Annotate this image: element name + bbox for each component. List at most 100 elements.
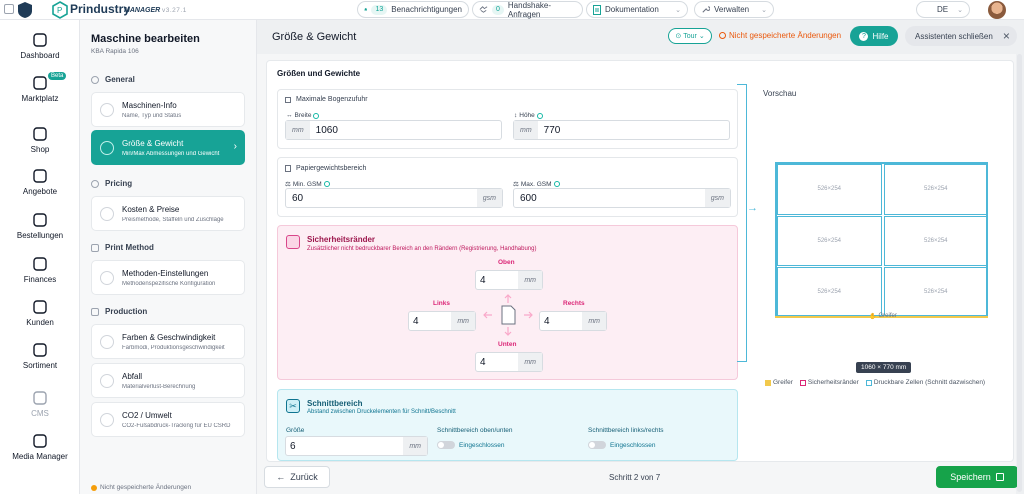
top-margin-label: Oben xyxy=(498,259,515,266)
width-input[interactable]: mm 1060 xyxy=(285,120,502,140)
safety-margins-subtitle: Zusätzlicher nicht bedruckbarer Bereich … xyxy=(307,246,537,252)
sidebar-item-method-settings[interactable]: Methoden-Einstellungen Methodenspezifisc… xyxy=(91,260,245,295)
nav-item-finances[interactable]: Finances xyxy=(0,256,80,284)
cut-left-right-toggle[interactable]: Eingeschlossen xyxy=(588,441,656,449)
height-value: 770 xyxy=(543,124,561,136)
preview-cell: 526×254 xyxy=(883,267,988,318)
notifications-label: Benachrichtigungen xyxy=(391,5,462,14)
nav-item-shop[interactable]: Shop xyxy=(0,126,80,154)
nav-item-media-manager[interactable]: Media Manager xyxy=(0,433,80,461)
preview-cell: 526×254 xyxy=(883,164,988,215)
tour-button[interactable]: ⊙ Tour ⌄ xyxy=(668,28,712,44)
chevron-down-icon: ⌄ xyxy=(957,6,963,14)
nav-item-cms[interactable]: CMS xyxy=(0,390,80,418)
document-icon xyxy=(593,4,601,15)
chevron-down-icon: ⌄ xyxy=(761,6,767,14)
right-margin-input[interactable]: 4 mm xyxy=(539,311,607,331)
item-title: CO2 / Umwelt xyxy=(122,411,172,420)
sidebar-item-costs-prices[interactable]: Kosten & Preise Preismethode, Staffeln u… xyxy=(91,196,245,231)
bottom-margin-input[interactable]: 4 mm xyxy=(475,352,543,372)
top-bar: P Prindustry MANAGER v3.27.1 13 Benachri… xyxy=(0,0,1024,20)
shield-icon xyxy=(286,235,300,249)
sidebar-item-co2[interactable]: CO2 / Umwelt CO2-Fußabdruck-Tracking für… xyxy=(91,402,245,437)
height-label: ↕ Höhe xyxy=(514,112,543,119)
preview-cell: 526×254 xyxy=(777,267,882,318)
palette-icon xyxy=(100,335,114,349)
unsaved-indicator: Nicht gespeicherte Änderungen xyxy=(719,31,841,40)
info-icon xyxy=(323,181,330,187)
section-general: General xyxy=(91,75,135,84)
back-button[interactable]: ← Zurück xyxy=(264,466,330,488)
window-icon[interactable] xyxy=(4,4,14,14)
nav-item-bestellungen[interactable]: Bestellungen xyxy=(0,212,80,240)
top-margin-value: 4 xyxy=(480,274,486,286)
nav-item-dashboard[interactable]: Dashboard xyxy=(0,32,80,60)
item-title: Kosten & Preise xyxy=(122,205,180,214)
save-button[interactable]: Speichern xyxy=(936,466,1018,488)
cut-top-bottom-toggle[interactable]: Eingeschlossen xyxy=(437,441,505,449)
safety-margins-title: Sicherheitsränder xyxy=(307,235,376,244)
cut-size-input[interactable]: 6 mm xyxy=(285,436,428,456)
height-unit: mm xyxy=(514,121,538,139)
avatar[interactable] xyxy=(988,1,1006,19)
documentation-dropdown[interactable]: Dokumentation ⌄ xyxy=(586,1,688,18)
right-margin-label: Rechts xyxy=(563,300,585,307)
max-gsm-input[interactable]: 600 gsm xyxy=(513,188,731,208)
arrow-left-icon: ← xyxy=(276,472,286,482)
height-input[interactable]: mm 770 xyxy=(513,120,730,140)
offers-icon xyxy=(33,169,47,183)
min-gsm-input[interactable]: 60 gsm xyxy=(285,188,503,208)
notifications-button[interactable]: 13 Benachrichtigungen xyxy=(357,1,469,18)
max-sheet-title: Maximale Bogenzufuhr xyxy=(285,96,368,103)
max-gsm-value: 600 xyxy=(520,192,537,204)
sidebar-title: Maschine bearbeiten xyxy=(91,33,200,45)
cut-left-right-label: Schnittbereich links/rechts xyxy=(588,427,664,434)
handshake-button[interactable]: 0 Handshake-Anfragen xyxy=(472,1,583,19)
left-margin-input[interactable]: 4 mm xyxy=(408,311,476,331)
nav-label: Finances xyxy=(23,275,57,284)
unit: mm xyxy=(403,437,427,455)
brand-logo-icon[interactable]: P xyxy=(52,1,68,19)
width-arrows-icon: ↔ xyxy=(286,112,293,119)
trash-icon xyxy=(100,374,114,388)
manage-dropdown[interactable]: Verwalten ⌄ xyxy=(694,1,774,18)
min-gsm-unit: gsm xyxy=(476,189,502,207)
nav-label: Kunden xyxy=(26,318,54,327)
nav-item-kunden[interactable]: Kunden xyxy=(0,299,80,327)
nav-item-marktplatz[interactable]: Marktplatz Beta xyxy=(0,72,80,103)
language-select[interactable]: DE ⌄ xyxy=(916,1,970,18)
cut-area-subtitle: Abstand zwischen Druckelementen für Schn… xyxy=(307,409,456,415)
factory-icon xyxy=(91,307,99,316)
clock-icon xyxy=(719,32,726,39)
form-section-title: Größen und Gewichte xyxy=(277,69,361,78)
unit: mm xyxy=(451,312,475,330)
toggle-switch xyxy=(588,441,606,449)
wrench-icon xyxy=(702,6,710,13)
top-margin-input[interactable]: 4 mm xyxy=(475,270,543,290)
nav-item-sortiment[interactable]: Sortiment xyxy=(0,342,80,370)
beta-badge: Beta xyxy=(48,72,67,80)
section-print-method: Print Method xyxy=(91,243,154,252)
close-assistant-button[interactable]: Assistenten schließen × xyxy=(905,26,1017,46)
cms-icon xyxy=(33,391,47,405)
weight-icon: ⚖ xyxy=(285,181,291,188)
cut-area-title: Schnittbereich xyxy=(307,399,363,408)
sidebar-item-size-weight[interactable]: Größe & Gewicht Min/Max Abmessungen und … xyxy=(91,130,245,165)
step-indicator: Schritt 2 von 7 xyxy=(609,473,661,482)
nav-item-angebote[interactable]: Angebote xyxy=(0,168,80,196)
sidebar-item-colors-speed[interactable]: Farben & Geschwindigkeit Farbmodi, Produ… xyxy=(91,324,245,359)
legend-swatch xyxy=(799,379,806,386)
sidebar-item-machine-info[interactable]: Maschinen-Info Name, Typ und Status xyxy=(91,92,245,127)
legend-swatch xyxy=(765,379,771,386)
brand-sub: MANAGER xyxy=(124,7,161,14)
bottom-margin-label: Unten xyxy=(498,341,517,348)
scrollbar[interactable] xyxy=(1017,54,1022,492)
sidebar-item-waste[interactable]: Abfall Materialverlust-Berechnung xyxy=(91,363,245,398)
notifications-count: 13 xyxy=(371,4,388,15)
dollar-icon xyxy=(91,179,99,188)
help-button[interactable]: ? Hilfe xyxy=(850,26,898,46)
info-icon xyxy=(313,112,320,119)
min-gsm-label: ⚖ Min. GSM xyxy=(285,180,330,188)
manage-label: Verwalten xyxy=(714,5,750,14)
brand-name: Prindustry xyxy=(70,2,131,16)
